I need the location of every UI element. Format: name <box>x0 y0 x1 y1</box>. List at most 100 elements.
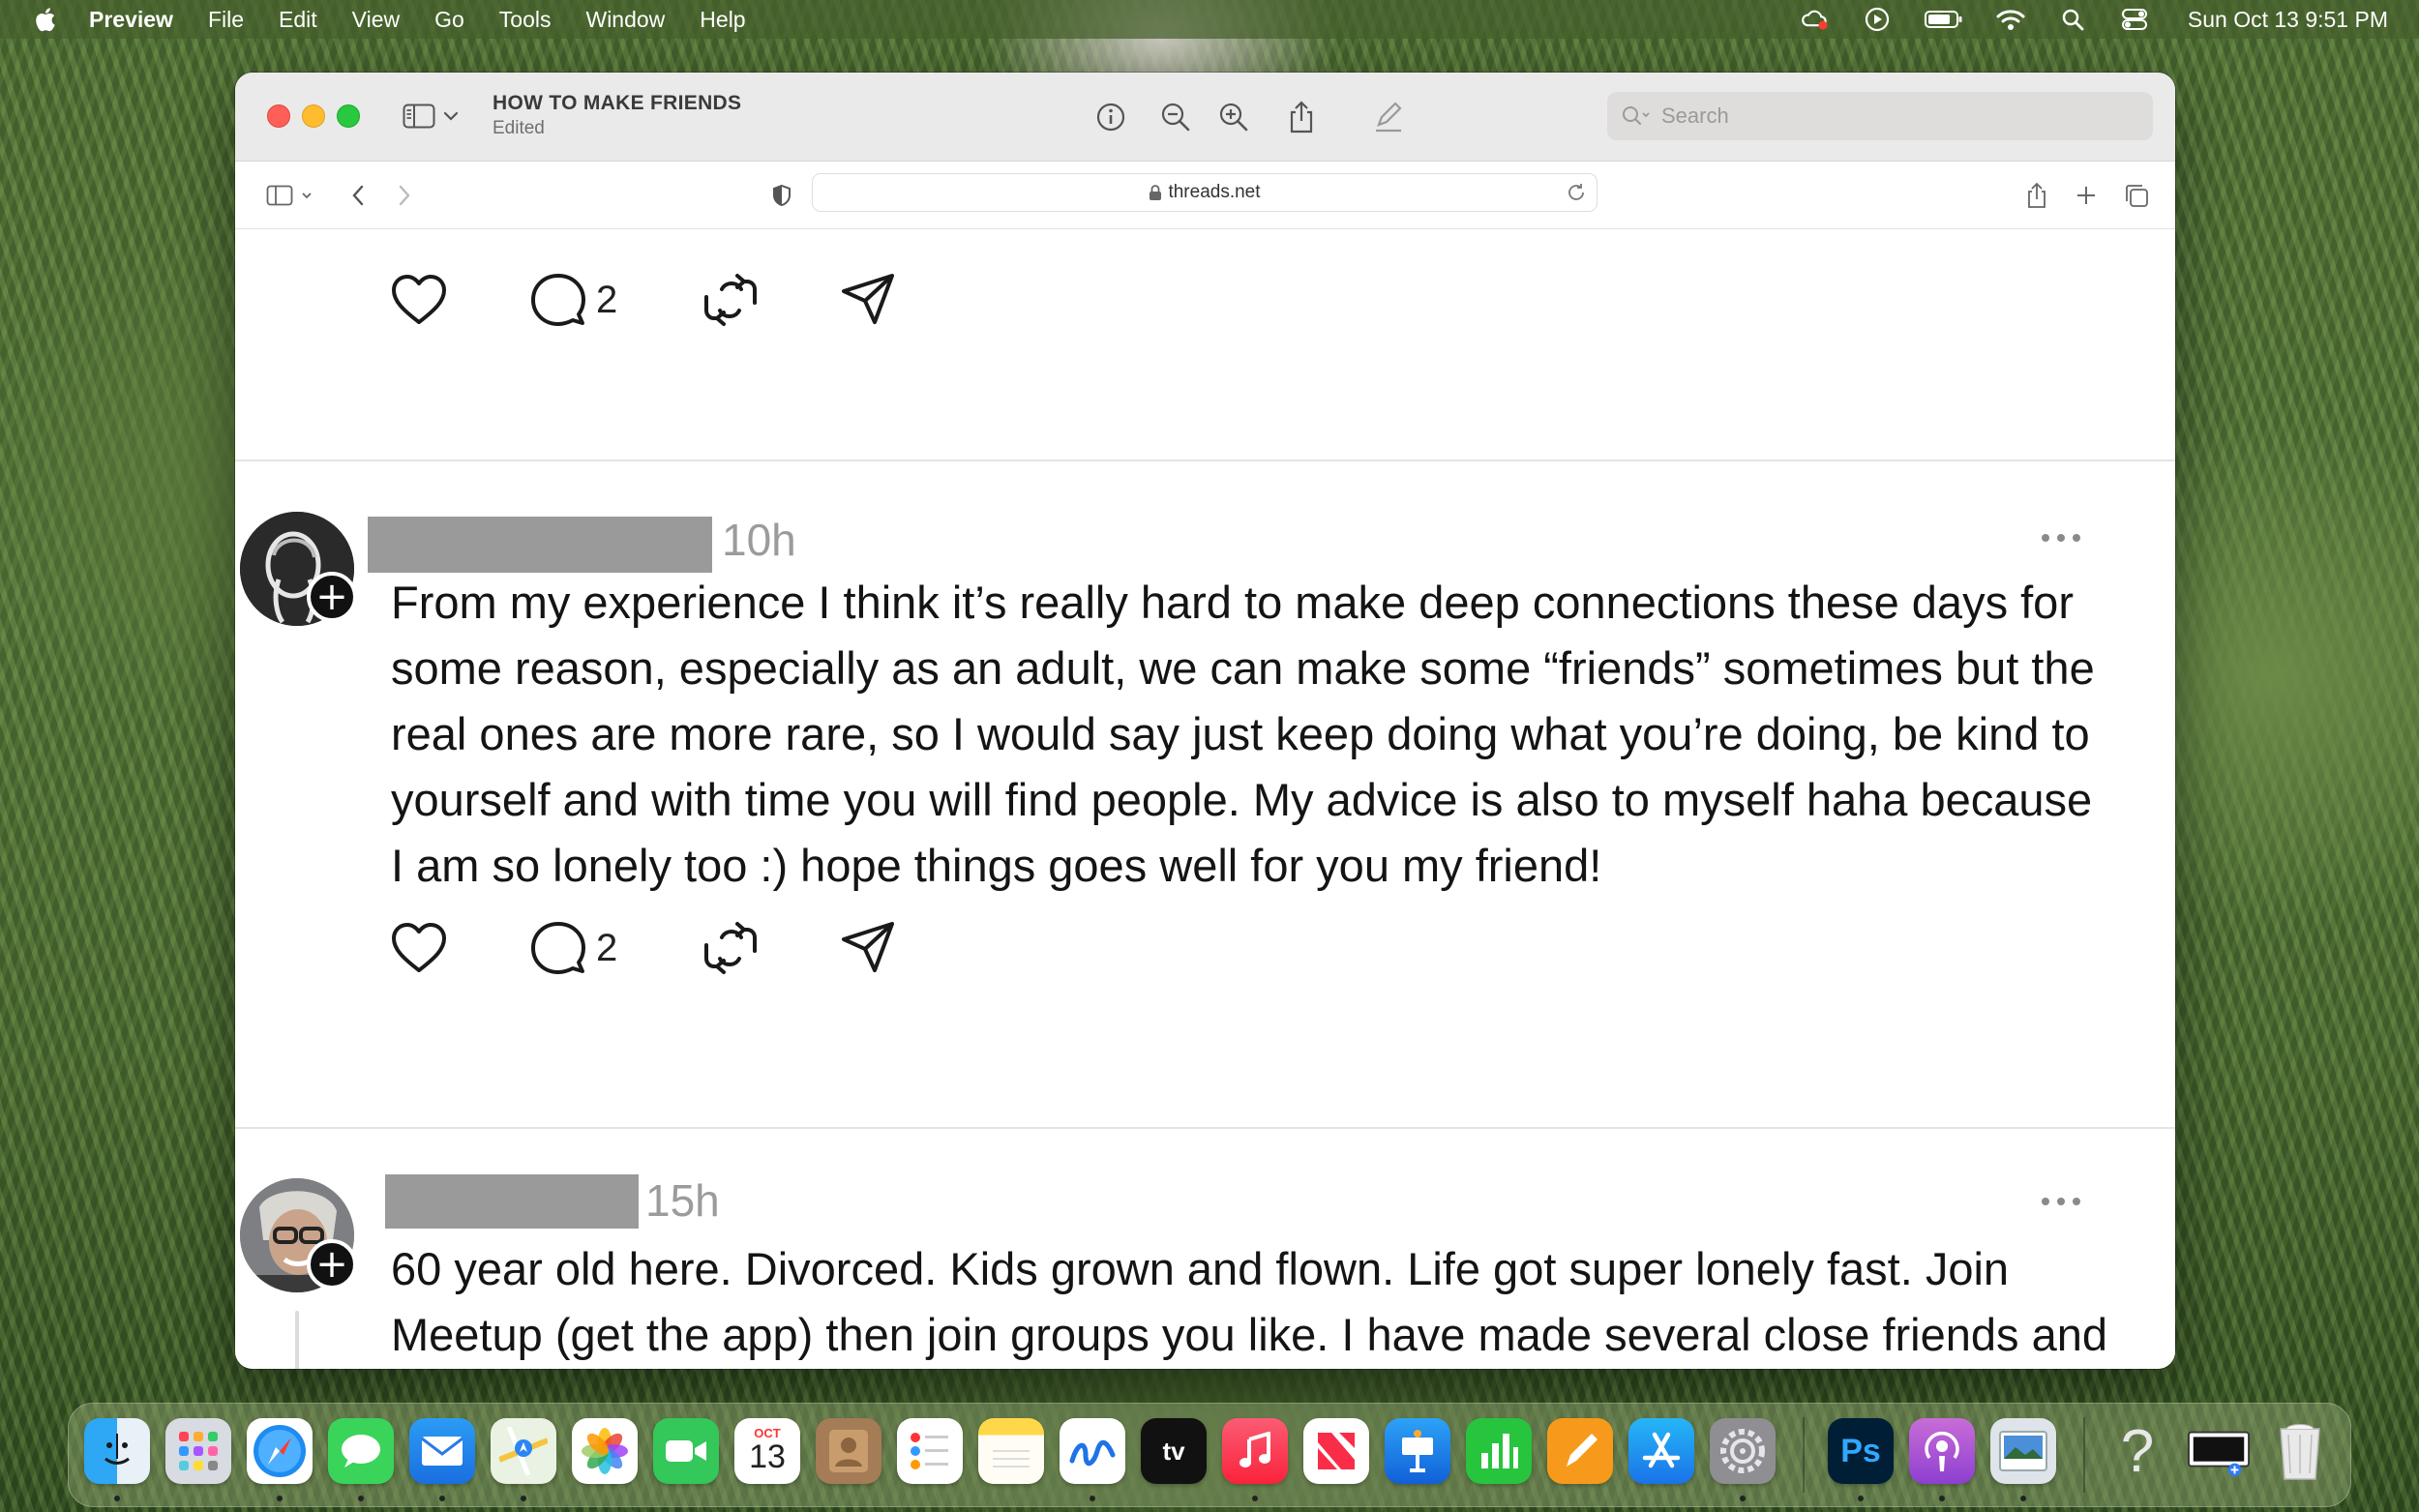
news-icon[interactable] <box>1303 1418 1369 1484</box>
running-indicator <box>1252 1496 1258 1501</box>
wifi-icon[interactable] <box>1996 7 2025 32</box>
redacted-username <box>385 1174 639 1229</box>
more-options-button[interactable] <box>2042 1198 2080 1205</box>
zoom-in-icon[interactable] <box>1214 98 1253 136</box>
comment-icon <box>531 922 585 974</box>
podcasts-icon[interactable] <box>1909 1418 1975 1484</box>
apple-tv-icon[interactable]: tv <box>1141 1418 1207 1484</box>
chevron-left-icon <box>352 185 364 206</box>
dock: OCT 13 tv Ps ? <box>68 1403 2351 1507</box>
dock-separator <box>2083 1417 2085 1493</box>
zoom-out-icon[interactable] <box>1156 98 1195 136</box>
keynote-icon[interactable] <box>1385 1418 1450 1484</box>
finder-icon[interactable] <box>84 1418 150 1484</box>
running-indicator <box>1740 1496 1746 1501</box>
facetime-icon[interactable] <box>653 1418 719 1484</box>
running-indicator <box>277 1496 283 1501</box>
more-options-button[interactable] <box>2042 534 2080 542</box>
follow-plus-button[interactable]: + <box>307 1239 357 1290</box>
tab-overview-icon[interactable] <box>2122 181 2151 210</box>
menu-view[interactable]: View <box>352 7 400 33</box>
menu-file[interactable]: File <box>208 7 244 33</box>
apple-logo-icon[interactable] <box>33 6 56 33</box>
menu-tools[interactable]: Tools <box>499 7 552 33</box>
repost-button[interactable] <box>702 266 759 334</box>
pages-icon[interactable] <box>1547 1418 1613 1484</box>
maps-icon[interactable] <box>491 1418 556 1484</box>
calendar-icon[interactable]: OCT 13 <box>734 1418 800 1484</box>
photos-icon[interactable] <box>572 1418 638 1484</box>
redacted-username <box>368 517 712 573</box>
preview-window: HOW TO MAKE FRIENDS Edited Search thread… <box>235 73 2175 1369</box>
notes-icon[interactable] <box>978 1418 1044 1484</box>
info-icon[interactable] <box>1091 98 1130 136</box>
like-button[interactable] <box>390 914 448 982</box>
photoshop-icon[interactable]: Ps <box>1828 1418 1894 1484</box>
back-button[interactable] <box>343 181 373 210</box>
menu-help[interactable]: Help <box>700 7 745 33</box>
creative-cloud-icon[interactable] <box>1801 7 1830 32</box>
document-title-area[interactable]: HOW TO MAKE FRIENDS Edited <box>493 92 741 139</box>
sidebar-icon <box>403 104 435 129</box>
safari-icon[interactable] <box>247 1418 313 1484</box>
screen-thumbnail-icon[interactable] <box>2186 1418 2252 1484</box>
menu-window[interactable]: Window <box>585 7 665 33</box>
menu-go[interactable]: Go <box>434 7 464 33</box>
safari-share-icon[interactable] <box>2022 181 2051 210</box>
url-text: threads.net <box>1168 182 1261 202</box>
minimize-window-button[interactable] <box>302 104 325 128</box>
markup-pen-icon[interactable] <box>1369 98 1408 136</box>
messages-icon[interactable] <box>328 1418 394 1484</box>
reply-button[interactable]: 2 <box>530 266 617 334</box>
like-button[interactable] <box>390 266 448 334</box>
help-icon[interactable]: ? <box>2105 1418 2170 1485</box>
address-bar[interactable]: threads.net <box>812 173 1598 212</box>
forward-button[interactable] <box>390 181 419 210</box>
post-divider <box>235 460 2175 461</box>
send-button[interactable] <box>840 914 896 982</box>
dock-separator <box>1803 1417 1805 1493</box>
app-store-icon[interactable] <box>1628 1418 1694 1484</box>
document-status: Edited <box>493 118 545 138</box>
reminders-icon[interactable] <box>897 1418 963 1484</box>
repost-button[interactable] <box>702 914 759 982</box>
play-circle-icon[interactable] <box>1863 7 1892 32</box>
post-divider <box>235 1127 2175 1129</box>
share-icon[interactable] <box>1282 98 1321 136</box>
follow-plus-button[interactable]: + <box>307 572 357 622</box>
running-indicator <box>1939 1496 1945 1501</box>
menu-app-name[interactable]: Preview <box>89 7 173 33</box>
numbers-icon[interactable] <box>1466 1418 1532 1484</box>
menu-edit[interactable]: Edit <box>279 7 317 33</box>
close-window-button[interactable] <box>267 104 290 128</box>
reply-button[interactable]: 2 <box>530 914 617 982</box>
repost-icon <box>704 922 757 974</box>
preview-icon[interactable] <box>1990 1418 2056 1484</box>
chevron-down-icon <box>443 111 459 121</box>
send-paper-plane-icon <box>842 274 894 324</box>
trash-icon[interactable] <box>2267 1418 2333 1484</box>
new-tab-plus-icon[interactable] <box>2072 181 2101 210</box>
battery-icon[interactable] <box>1924 7 1963 32</box>
spotlight-search-icon[interactable] <box>2058 7 2087 32</box>
reload-icon[interactable] <box>1566 182 1587 203</box>
launchpad-icon[interactable] <box>165 1418 231 1484</box>
mail-icon[interactable] <box>409 1418 475 1484</box>
apple-tv-label: tv <box>1162 1436 1185 1466</box>
comment-icon <box>531 274 585 326</box>
top-post-actions: 2 <box>235 266 894 334</box>
photoshop-label: Ps <box>1840 1432 1881 1469</box>
sidebar-toggle-button[interactable] <box>403 102 461 131</box>
privacy-shield-icon[interactable] <box>767 181 796 210</box>
send-button[interactable] <box>840 266 896 334</box>
search-field[interactable]: Search <box>1607 92 2153 140</box>
contacts-icon[interactable] <box>816 1418 881 1484</box>
system-settings-icon[interactable] <box>1710 1418 1776 1484</box>
music-icon[interactable] <box>1222 1418 1288 1484</box>
safari-sidebar-button[interactable] <box>262 181 316 210</box>
menu-bar-clock[interactable]: Sun Oct 13 9:51 PM <box>2188 7 2388 33</box>
send-paper-plane-icon <box>842 922 894 972</box>
zoom-window-button[interactable] <box>337 104 360 128</box>
control-center-icon[interactable] <box>2120 7 2149 32</box>
freeform-icon[interactable] <box>1060 1418 1125 1484</box>
